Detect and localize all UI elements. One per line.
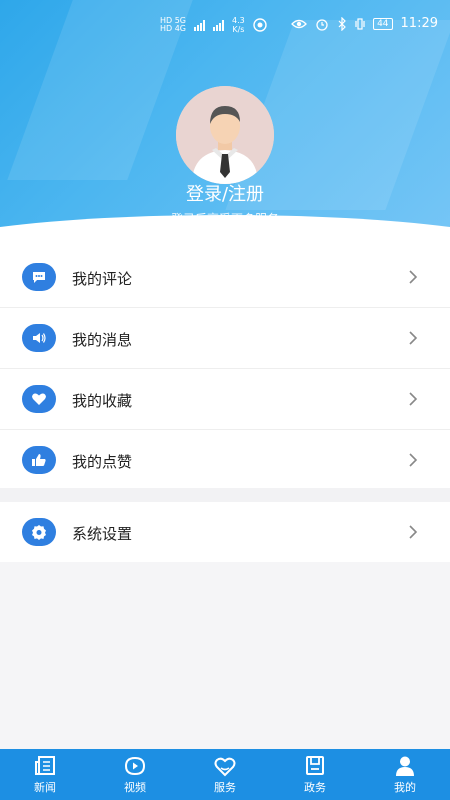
menu-item-likes[interactable]: 我的点赞: [0, 430, 450, 490]
menu-item-settings[interactable]: 系统设置: [0, 502, 450, 562]
battery-indicator: 44: [373, 17, 393, 30]
tab-label: 视频: [124, 780, 146, 794]
settings-list: 系统设置: [0, 502, 450, 562]
speed-unit: K/s: [232, 25, 245, 34]
comment-icon: [22, 263, 56, 291]
chevron-right-icon: [409, 331, 418, 345]
bluetooth-icon: [338, 16, 346, 31]
status-bar: HD 5G HD 4G 4.3 K/s 44 11:29: [0, 0, 450, 52]
service-heart-icon: [214, 757, 236, 776]
speed-value: 4.3: [232, 16, 245, 25]
menu-item-label: 我的消息: [72, 331, 133, 349]
signal-icon: [194, 19, 206, 31]
tab-news[interactable]: 新闻: [0, 749, 90, 800]
menu-item-comments[interactable]: 我的评论: [0, 247, 450, 308]
chevron-right-icon: [409, 392, 418, 406]
gear-icon: [22, 518, 56, 546]
menu-item-messages[interactable]: 我的消息: [0, 308, 450, 369]
section-divider: [0, 488, 450, 502]
tab-label: 政务: [304, 780, 326, 794]
news-icon: [35, 755, 55, 775]
video-icon: [124, 756, 146, 775]
network-speed: 4.3 K/s: [232, 16, 245, 34]
tab-label: 我的: [394, 780, 416, 794]
vibrate-icon: [355, 17, 365, 30]
tab-mine[interactable]: 我的: [360, 749, 450, 800]
alarm-icon: [316, 18, 328, 31]
status-right: 44 11:29: [291, 16, 438, 31]
tab-label: 新闻: [34, 780, 56, 794]
profile-header: HD 5G HD 4G 4.3 K/s 44 11:29 登录/注册 登录后享受…: [0, 0, 450, 250]
menu-list: 我的评论 我的消息 我的收藏 我的点赞: [0, 247, 450, 490]
signal-icon-2: [213, 19, 225, 31]
shield-icon: [253, 18, 267, 32]
avatar[interactable]: [176, 86, 274, 184]
menu-item-favorites[interactable]: 我的收藏: [0, 369, 450, 430]
menu-item-label: 我的点赞: [72, 453, 133, 471]
tab-video[interactable]: 视频: [90, 749, 180, 800]
chevron-right-icon: [409, 525, 418, 539]
network-labels: HD 5G HD 4G: [160, 17, 186, 33]
profile-icon: [396, 756, 414, 776]
tab-label: 服务: [214, 780, 236, 794]
speaker-icon: [22, 324, 56, 352]
avatar-person-icon: [176, 86, 274, 184]
thumbs-up-icon: [22, 446, 56, 474]
chevron-right-icon: [409, 270, 418, 284]
chevron-right-icon: [409, 453, 418, 467]
menu-item-label: 我的评论: [72, 270, 133, 288]
tab-government[interactable]: 政务: [270, 749, 360, 800]
login-register-link[interactable]: 登录/注册: [0, 180, 450, 206]
government-icon: [306, 755, 324, 775]
bottom-tab-bar: 新闻 视频 服务 政务 我的: [0, 749, 450, 800]
status-time: 11:29: [400, 16, 438, 31]
status-left: HD 5G HD 4G 4.3 K/s: [160, 16, 267, 34]
heart-icon: [22, 385, 56, 413]
tab-service[interactable]: 服务: [180, 749, 270, 800]
network-label-2: HD 4G: [160, 24, 187, 33]
eye-icon: [291, 19, 307, 28]
menu-item-label: 系统设置: [72, 525, 133, 543]
menu-item-label: 我的收藏: [72, 392, 133, 410]
login-subtitle: 登录后享受更多服务: [170, 212, 279, 226]
